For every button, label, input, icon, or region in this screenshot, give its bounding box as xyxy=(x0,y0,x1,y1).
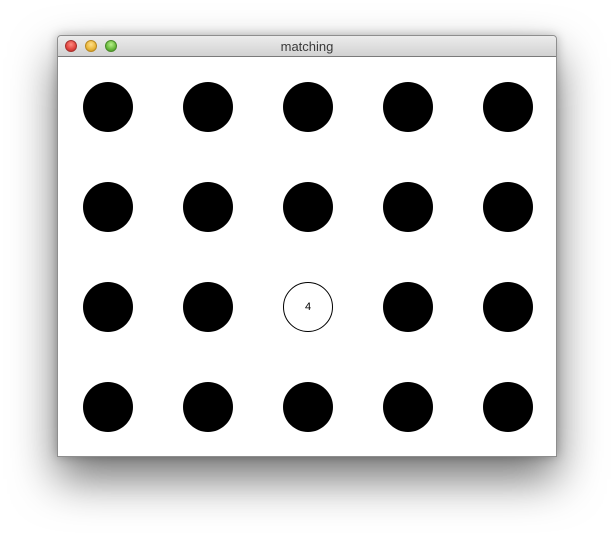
hidden-card[interactable] xyxy=(483,382,533,432)
hidden-card[interactable] xyxy=(283,182,333,232)
revealed-card[interactable]: 4 xyxy=(283,282,333,332)
hidden-card[interactable] xyxy=(283,82,333,132)
hidden-card[interactable] xyxy=(383,82,433,132)
hidden-card[interactable] xyxy=(383,382,433,432)
hidden-card[interactable] xyxy=(83,382,133,432)
hidden-card[interactable] xyxy=(83,82,133,132)
hidden-card[interactable] xyxy=(83,182,133,232)
hidden-card[interactable] xyxy=(483,82,533,132)
hidden-card[interactable] xyxy=(383,182,433,232)
hidden-card[interactable] xyxy=(483,282,533,332)
game-board: 4 xyxy=(58,57,556,456)
hidden-card[interactable] xyxy=(83,282,133,332)
window-title: matching xyxy=(280,39,334,54)
title-bar[interactable]: matching xyxy=(58,36,556,57)
hidden-card[interactable] xyxy=(483,182,533,232)
hidden-card[interactable] xyxy=(183,282,233,332)
app-window: matching 4 xyxy=(57,35,557,457)
hidden-card[interactable] xyxy=(383,282,433,332)
hidden-card[interactable] xyxy=(283,382,333,432)
hidden-card[interactable] xyxy=(183,82,233,132)
hidden-card[interactable] xyxy=(183,382,233,432)
hidden-card[interactable] xyxy=(183,182,233,232)
